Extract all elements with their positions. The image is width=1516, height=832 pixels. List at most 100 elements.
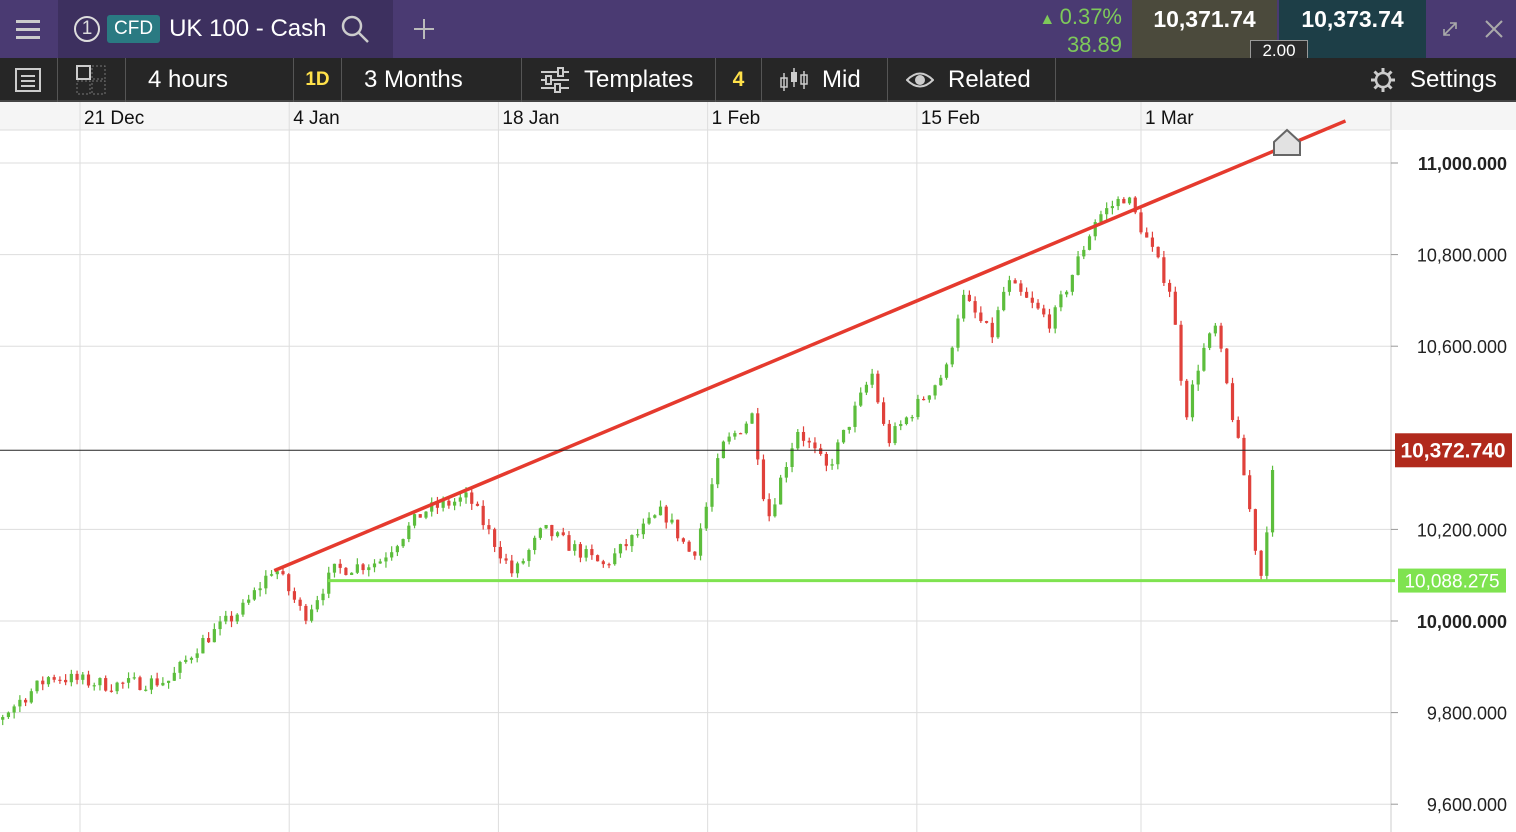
- indicator-count-badge[interactable]: 4: [716, 58, 762, 102]
- candle-body: [613, 553, 617, 565]
- x-gridlines: [79, 102, 1142, 832]
- candle-body: [824, 453, 828, 466]
- candle-body: [384, 557, 388, 562]
- layout-button[interactable]: [58, 58, 126, 102]
- candle-body: [773, 504, 777, 517]
- candle-body: [813, 442, 817, 449]
- candle-body: [178, 661, 182, 673]
- candle-body: [464, 492, 468, 498]
- candle-body: [939, 377, 943, 386]
- candle-body: [1053, 307, 1057, 329]
- day-toggle[interactable]: 1D: [294, 58, 342, 102]
- search-icon[interactable]: [340, 14, 370, 44]
- candle-body: [1019, 283, 1023, 292]
- home-icon[interactable]: [1273, 128, 1301, 156]
- candle-body: [235, 614, 239, 622]
- candle-body: [990, 322, 994, 338]
- candle-body: [229, 615, 234, 622]
- related-button[interactable]: Related: [888, 58, 1056, 102]
- candle-body: [784, 466, 788, 478]
- candle-body: [870, 373, 874, 385]
- buy-price: 10,373.74: [1301, 6, 1404, 32]
- candle-body: [876, 373, 880, 403]
- candle-body: [481, 505, 485, 526]
- candle-body: [1116, 198, 1120, 207]
- candle-body: [618, 544, 623, 554]
- add-tab-button[interactable]: [400, 0, 448, 58]
- y-axis-label: 10,800.000: [1417, 246, 1507, 266]
- candle-body: [149, 678, 154, 690]
- candle-body: [538, 528, 542, 538]
- candle-body: [195, 653, 199, 658]
- instrument-tab[interactable]: 1 CFD UK 100 - Cash: [58, 0, 393, 58]
- x-axis-label: 18 Jan: [502, 108, 559, 129]
- candle-body: [498, 546, 502, 559]
- settings-button[interactable]: Settings: [1356, 58, 1516, 102]
- candle-body: [756, 413, 760, 460]
- y-axis-label: 10,000.000: [1417, 612, 1507, 632]
- candle-body: [910, 417, 914, 419]
- candle-body: [698, 528, 703, 556]
- candle-body: [944, 364, 949, 378]
- candle-body: [1087, 236, 1092, 250]
- candle-body: [92, 685, 96, 687]
- candle-body: [475, 503, 480, 506]
- candle-body: [189, 657, 194, 660]
- candle-body: [372, 563, 377, 568]
- x-axis-label: 4 Jan: [293, 108, 339, 129]
- list-icon: [15, 68, 41, 92]
- candle-body: [761, 459, 766, 500]
- candle-body: [298, 599, 302, 606]
- range-selector[interactable]: 3 Months: [342, 58, 522, 102]
- candle-body: [687, 541, 691, 552]
- candle-body: [515, 563, 520, 574]
- candle-body: [315, 600, 319, 610]
- candle-body: [23, 699, 28, 703]
- price-type-selector[interactable]: Mid: [762, 58, 888, 102]
- candle-body: [767, 499, 771, 517]
- candle-body: [258, 588, 262, 591]
- candle-body: [212, 629, 216, 643]
- candle-body: [224, 615, 228, 622]
- candle-body: [1070, 274, 1074, 292]
- candle-body: [401, 539, 405, 547]
- watchlist-button[interactable]: [0, 58, 58, 102]
- candle-body: [338, 563, 342, 568]
- menu-button[interactable]: [0, 0, 55, 58]
- candle-body: [967, 294, 971, 302]
- candle-body: [1139, 212, 1143, 233]
- candle-body: [573, 544, 577, 551]
- current-price-tag: 10,372.740: [1395, 433, 1512, 468]
- candle-body: [973, 301, 977, 313]
- expand-button[interactable]: [1430, 0, 1470, 58]
- y-gridlines: [0, 162, 1391, 805]
- candle-body: [201, 638, 205, 654]
- candle-body: [584, 549, 588, 558]
- candle-body: [881, 402, 886, 424]
- candle-body: [595, 555, 600, 562]
- price-chart[interactable]: 21 Dec 4 Jan 18 Jan 1 Feb 15 Feb 1 Mar 11,000…: [0, 102, 1516, 832]
- sell-price: 10,371.74: [1153, 6, 1256, 32]
- templates-button[interactable]: Templates: [522, 58, 716, 102]
- candle-body: [841, 429, 846, 443]
- candle-body: [750, 413, 754, 424]
- candle-body: [807, 440, 811, 443]
- close-button[interactable]: [1474, 0, 1514, 58]
- candle-body: [550, 524, 554, 537]
- candle-body: [86, 674, 91, 686]
- candle-body: [1013, 280, 1017, 284]
- x-axis-label: 21 Dec: [84, 108, 144, 129]
- candle-body: [1259, 550, 1263, 576]
- candle-body: [166, 680, 171, 683]
- x-axis-label: 1 Feb: [712, 108, 761, 129]
- change-percent: 0.37%: [1059, 4, 1122, 29]
- candle-body: [1219, 325, 1223, 349]
- candle-body: [418, 514, 422, 518]
- candle-body: [1253, 509, 1257, 551]
- candle-body: [853, 405, 857, 427]
- interval-selector[interactable]: 4 hours: [126, 58, 294, 102]
- candle-body: [933, 385, 937, 396]
- candle-body: [241, 602, 245, 615]
- candle-body: [1127, 197, 1132, 204]
- y-axis-label: 11,000.000: [1418, 154, 1507, 174]
